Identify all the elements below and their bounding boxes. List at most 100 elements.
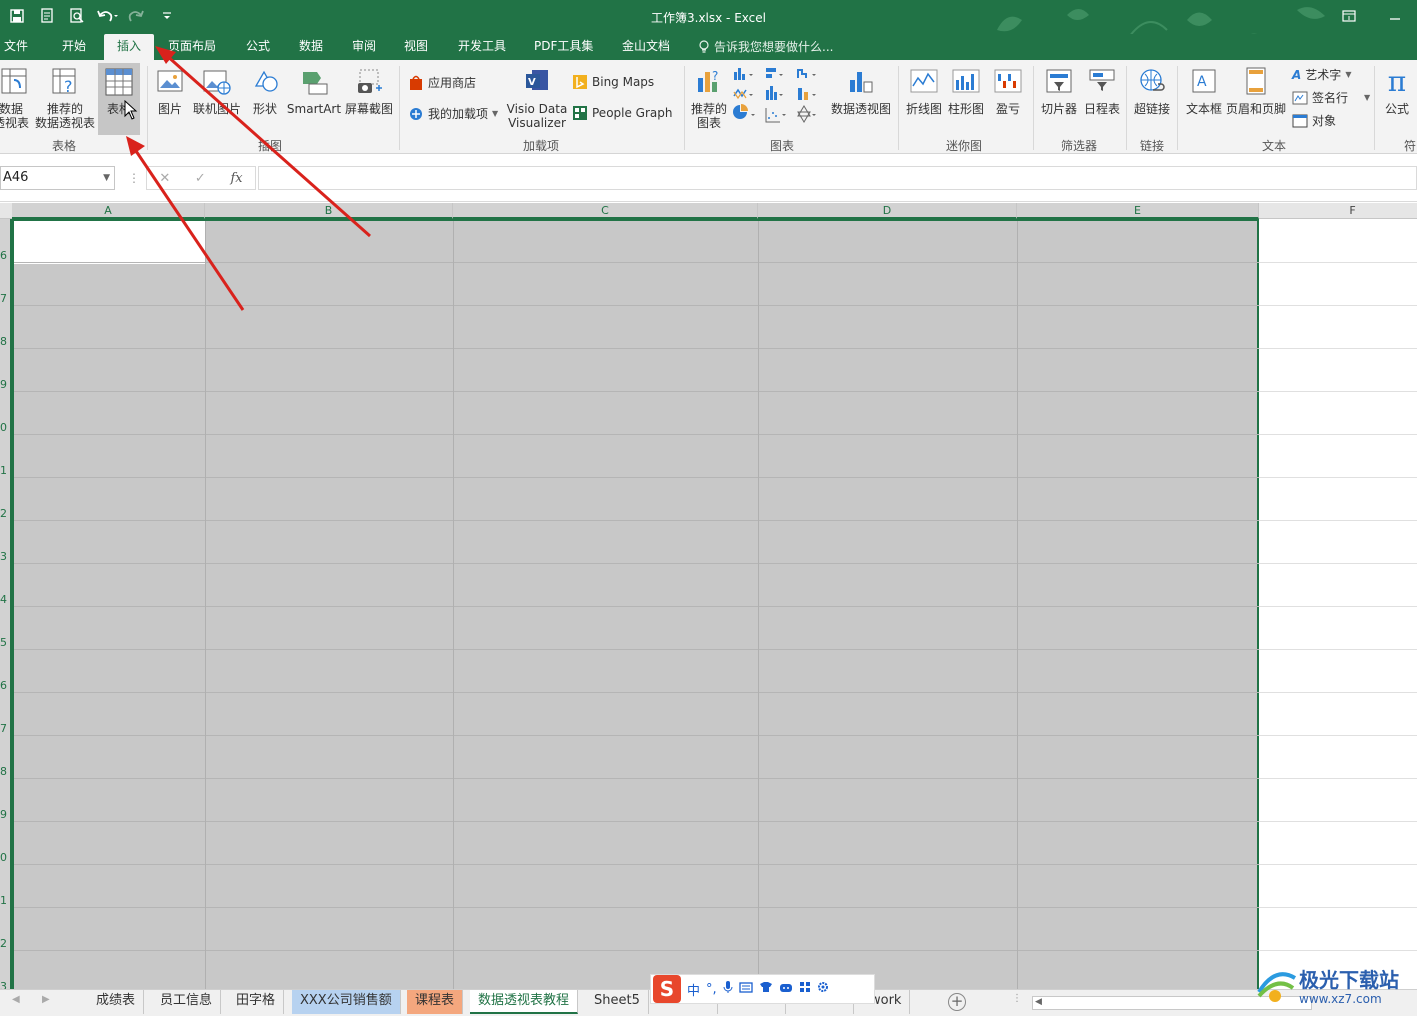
shapes-button[interactable]: 形状 [248, 66, 282, 116]
row-header[interactable]: 9 [0, 808, 12, 821]
worksheet-grid[interactable] [12, 219, 1417, 989]
pivot-chart-button[interactable]: 数据透视图 [830, 66, 892, 116]
sheet-tab[interactable]: 成绩表 [88, 990, 145, 1014]
timeline-button[interactable]: 日程表 [1082, 66, 1122, 116]
visio-visualizer-button[interactable]: V Visio Data Visualizer [506, 66, 568, 130]
people-graph-button[interactable]: People Graph [572, 105, 673, 121]
row-header[interactable]: 4 [0, 593, 12, 606]
enter-icon[interactable]: ✓ [195, 171, 206, 186]
hyperlink-button[interactable]: 超链接 [1132, 66, 1172, 116]
recommended-pivot-button[interactable]: ? 推荐的 数据透视表 [34, 66, 96, 130]
sheet-tab[interactable]: 员工信息 [152, 990, 222, 1014]
settings-icon[interactable] [817, 981, 829, 997]
tab-view[interactable]: 视图 [400, 34, 432, 60]
tab-data[interactable]: 数据 [295, 34, 327, 60]
row-header[interactable]: 8 [0, 765, 12, 778]
sheet-tab[interactable]: XXX公司销售额 [292, 990, 401, 1014]
tab-pdf-tools[interactable]: PDF工具集 [530, 34, 597, 60]
selected-range[interactable] [12, 219, 1259, 989]
tab-file[interactable]: 文件 [0, 34, 32, 60]
sparkline-winloss-button[interactable]: 盈亏 [990, 66, 1026, 116]
add-sheet-button[interactable]: + [948, 993, 966, 1011]
row-header[interactable]: 7 [0, 722, 12, 735]
chevron-down-icon[interactable]: ▼ [103, 167, 110, 189]
tab-split-handle-icon[interactable]: ⋮ [1012, 993, 1022, 1004]
table-button[interactable]: 表格 [98, 63, 140, 135]
active-cell[interactable] [14, 221, 206, 264]
signature-label: 签名行 [1312, 91, 1349, 105]
apps-grid-icon[interactable] [799, 981, 811, 997]
column-header-d[interactable]: D [758, 203, 1017, 219]
chart-type-icons[interactable] [732, 66, 828, 130]
textbox-button[interactable]: A 文本框 [1182, 66, 1226, 116]
header-footer-button[interactable]: 页眉和页脚 [1226, 66, 1286, 116]
prev-sheet-icon[interactable]: ◀ [12, 994, 20, 1005]
online-picture-button[interactable]: 联机图片 [192, 66, 242, 116]
name-box[interactable]: A46 ▼ [0, 166, 115, 190]
sheet-tab[interactable]: 课程表 [407, 990, 464, 1014]
equation-button[interactable]: π 公式 [1378, 66, 1416, 117]
sheet-tab[interactable]: Sheet5 [586, 990, 649, 1014]
sheet-tab[interactable]: 田字格 [228, 990, 285, 1014]
row-header[interactable]: 0 [0, 851, 12, 864]
microphone-icon[interactable] [723, 980, 733, 998]
my-addins-button[interactable]: 我的加载项 ▼ [408, 105, 498, 122]
tab-insert[interactable]: 插入 [104, 34, 154, 60]
row-header[interactable]: 1 [0, 894, 12, 907]
keyboard-icon[interactable] [739, 981, 753, 997]
punctuation-icon[interactable]: °, [706, 982, 717, 997]
smartart-button[interactable]: SmartArt [286, 66, 342, 116]
skin-shirt-icon[interactable] [759, 981, 773, 997]
textbox-icon: A [1192, 69, 1216, 93]
row-header[interactable]: 2 [0, 507, 12, 520]
sogou-logo[interactable]: S [653, 975, 681, 1003]
toolbox-icon[interactable] [779, 981, 793, 997]
slicer-button[interactable]: 切片器 [1038, 66, 1080, 116]
row-header[interactable]: 1 [0, 464, 12, 477]
sparkline-line-button[interactable]: 折线图 [904, 66, 944, 116]
object-button[interactable]: 对象 [1292, 112, 1336, 129]
shapes-icon [254, 70, 278, 92]
column-header-f[interactable]: F [1259, 203, 1417, 219]
row-header[interactable]: 6 [0, 249, 12, 262]
row-header[interactable]: 3 [0, 550, 12, 563]
tab-home[interactable]: 开始 [58, 34, 90, 60]
scroll-left-icon[interactable]: ◀ [1035, 997, 1042, 1007]
pivot-table-button[interactable]: 数据 透视表 [0, 66, 30, 130]
tab-developer[interactable]: 开发工具 [454, 34, 510, 60]
ribbon-display-options-icon[interactable] [1341, 8, 1357, 24]
insert-function-icon[interactable]: fx [230, 171, 242, 186]
cancel-icon[interactable]: ✕ [159, 171, 170, 186]
column-header-c[interactable]: C [453, 203, 758, 219]
screenshot-button[interactable]: 屏幕截图 [343, 66, 395, 116]
signature-line-button[interactable]: 签名行 ▼ [1292, 89, 1370, 106]
next-sheet-icon[interactable]: ▶ [42, 994, 50, 1005]
column-header-b[interactable]: B [205, 203, 453, 219]
formula-input[interactable] [258, 166, 1417, 190]
tab-kdocs[interactable]: 金山文档 [618, 34, 674, 60]
tab-page-layout[interactable]: 页面布局 [164, 34, 220, 60]
row-header[interactable]: 0 [0, 421, 12, 434]
wordart-button[interactable]: A 艺术字 ▼ [1292, 66, 1351, 83]
recommended-charts-label: 推荐的 图表 [690, 102, 727, 130]
row-header[interactable]: 9 [0, 378, 12, 391]
app-store-button[interactable]: 应用商店 [408, 74, 476, 91]
sheet-tab-active[interactable]: 数据透视表教程 [470, 990, 579, 1014]
row-header[interactable]: 7 [0, 292, 12, 305]
column-header-a[interactable]: A [12, 203, 205, 219]
picture-button[interactable]: 图片 [153, 66, 187, 116]
tab-formulas[interactable]: 公式 [242, 34, 274, 60]
bing-maps-button[interactable]: Bing Maps [572, 74, 654, 90]
row-header[interactable]: 8 [0, 335, 12, 348]
tab-review[interactable]: 审阅 [348, 34, 380, 60]
resize-handle-icon[interactable]: ⋮ [128, 171, 140, 185]
row-header[interactable]: 5 [0, 636, 12, 649]
column-header-e[interactable]: E [1017, 203, 1259, 219]
sparkline-column-button[interactable]: 柱形图 [946, 66, 986, 116]
language-toggle[interactable]: 中 [687, 980, 700, 999]
row-header[interactable]: 2 [0, 937, 12, 950]
recommended-charts-button[interactable]: ? 推荐的 图表 [690, 66, 728, 130]
tell-me-search[interactable]: 告诉我您想要做什么... [698, 38, 833, 55]
row-header[interactable]: 6 [0, 679, 12, 692]
minimize-icon[interactable] [1387, 8, 1403, 24]
